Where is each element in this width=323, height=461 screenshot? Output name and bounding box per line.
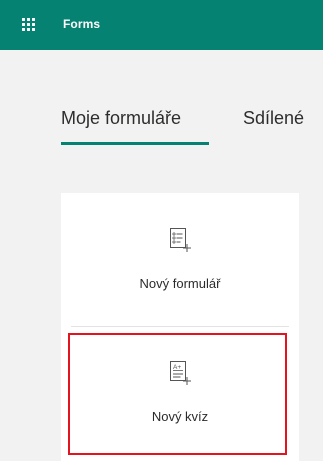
- new-items-card: Nový formulář A+ Nový kvíz: [61, 193, 299, 461]
- divider: [71, 326, 289, 327]
- quiz-badge-text: A+: [173, 364, 181, 371]
- tab-shared[interactable]: Sdílené: [243, 108, 304, 129]
- app-launcher-icon[interactable]: [22, 18, 36, 32]
- new-form-button[interactable]: Nový formulář: [61, 193, 299, 327]
- tab-selected-indicator: [61, 142, 209, 145]
- new-quiz-label: Nový kvíz: [151, 409, 209, 424]
- tab-my-forms[interactable]: Moje formuláře: [61, 108, 181, 129]
- new-quiz-icon: A+: [170, 361, 191, 385]
- new-form-icon: [170, 228, 191, 252]
- new-form-label: Nový formulář: [139, 276, 221, 291]
- tab-bar: Moje formuláře Sdílené: [0, 108, 323, 152]
- app-name[interactable]: Forms: [63, 17, 100, 31]
- new-quiz-button[interactable]: A+ Nový kvíz: [61, 333, 299, 461]
- top-bar: Forms: [0, 0, 323, 50]
